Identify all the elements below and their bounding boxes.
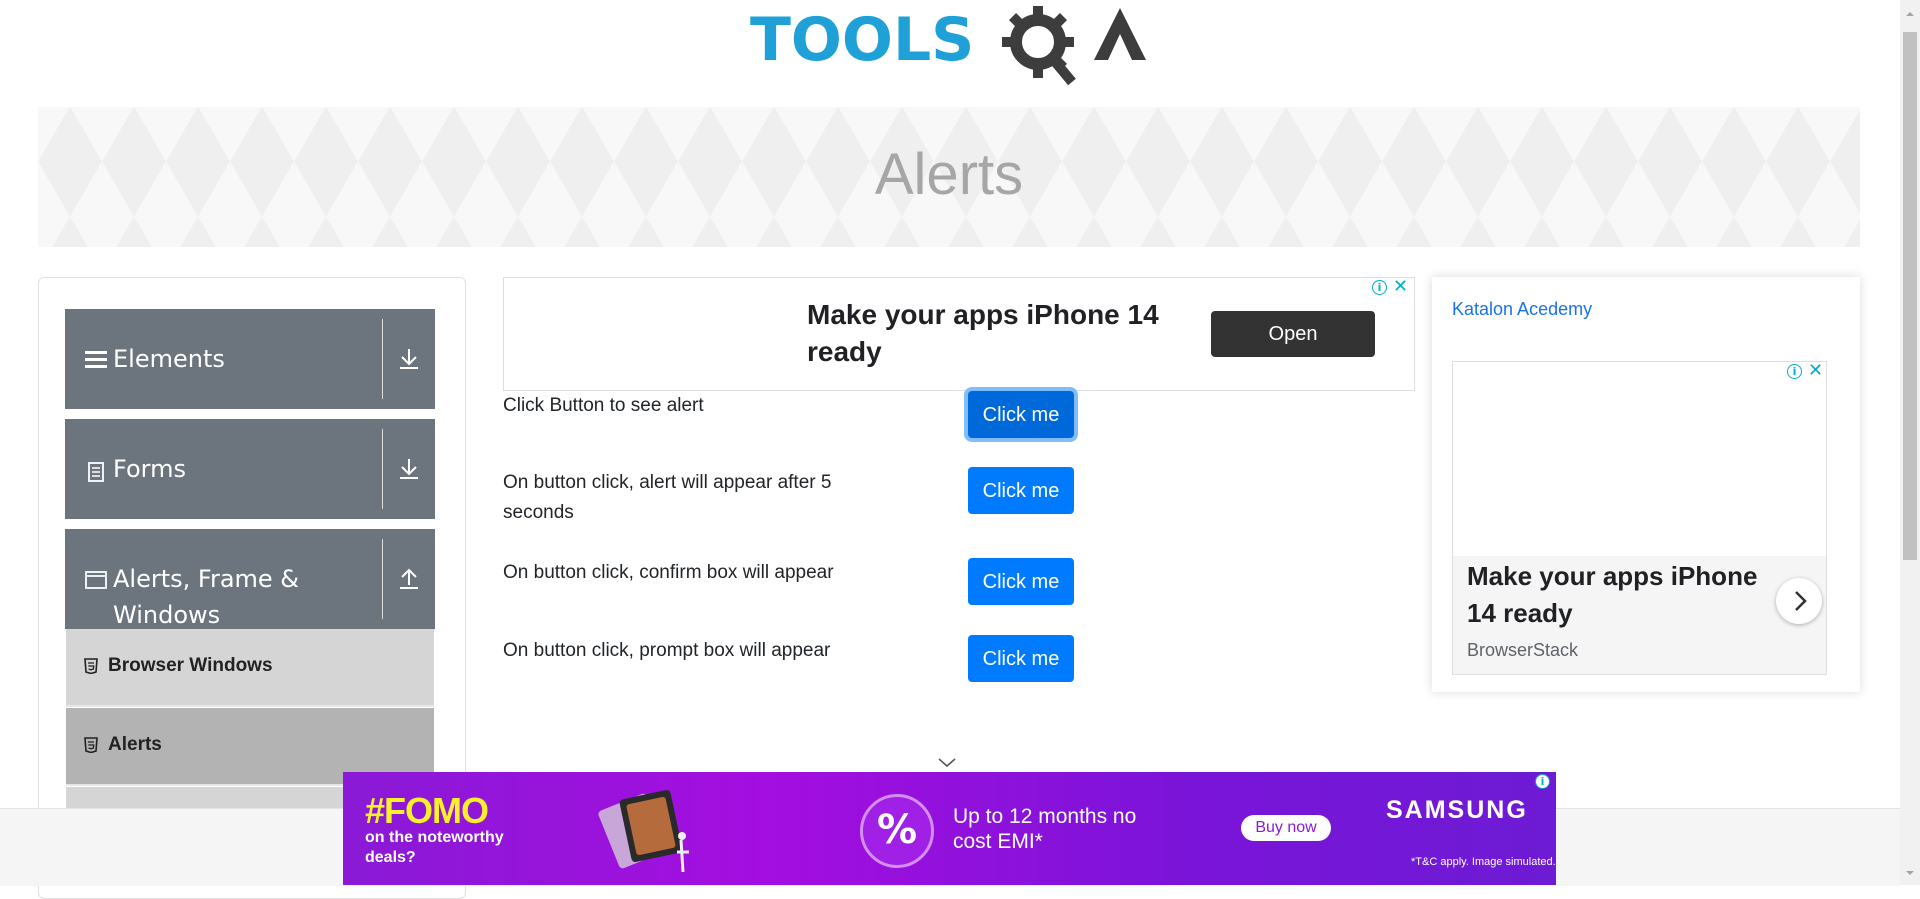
divider bbox=[382, 319, 383, 399]
confirm-row-label: On button click, confirm box will appear bbox=[503, 562, 834, 583]
phones-image bbox=[593, 780, 703, 880]
alert-row-label: Click Button to see alert bbox=[503, 395, 704, 416]
percent-badge: % bbox=[860, 794, 934, 868]
ad-headline: Make your apps iPhone 14 ready bbox=[807, 299, 1159, 367]
sidebar-item-browser-windows[interactable]: Browser Windows bbox=[66, 629, 434, 707]
ad-source: BrowserStack bbox=[1467, 640, 1579, 660]
sidebar-item-label: Browser Windows bbox=[108, 655, 273, 676]
prompt-row-label: On button click, prompt box will appear bbox=[503, 640, 831, 661]
ad-banner-bottom[interactable]: #FOMO on the noteworthy deals? % Up to 1… bbox=[343, 772, 1556, 885]
ad-close-icon[interactable]: ✕ bbox=[1392, 278, 1409, 296]
html5-icon bbox=[84, 658, 98, 675]
sidebar-group-elements[interactable]: Elements bbox=[65, 309, 435, 409]
chevron-down-icon[interactable] bbox=[937, 755, 957, 769]
download-icon bbox=[393, 343, 425, 375]
sidebar-group-forms[interactable]: Forms bbox=[65, 419, 435, 519]
toolsqa-logo[interactable]: TOOLS bbox=[748, 0, 1154, 95]
ad-info-icon[interactable]: i bbox=[1372, 280, 1387, 295]
sidebar-group-label: Elements bbox=[113, 345, 225, 373]
samsung-logo: SAMSUNG bbox=[1386, 796, 1528, 824]
download-icon bbox=[393, 453, 425, 485]
divider bbox=[382, 429, 383, 509]
sidebar-item-label: Alerts bbox=[108, 734, 162, 755]
prompt-button[interactable]: Click me bbox=[968, 635, 1074, 682]
ad-info-icon[interactable]: i bbox=[1787, 364, 1802, 379]
katalon-academy-image[interactable]: Katalon Acedemy bbox=[1452, 299, 1592, 320]
confirm-button[interactable]: Click me bbox=[968, 558, 1074, 605]
ad-open-button[interactable]: Open bbox=[1211, 311, 1375, 357]
ad-disclaimer: *T&C apply. Image simulated. bbox=[1411, 856, 1556, 868]
upload-icon bbox=[393, 563, 425, 595]
ad-banner-right[interactable]: i ✕ Make your apps iPhone 14 ready Brows… bbox=[1452, 361, 1827, 675]
ad-headline: #FOMO bbox=[365, 790, 489, 831]
scroll-up-arrow-icon[interactable] bbox=[1903, 6, 1917, 20]
chevron-right-icon[interactable] bbox=[1776, 578, 1822, 624]
ad-headline: Make your apps iPhone 14 ready bbox=[1467, 561, 1758, 628]
sidebar-group-label: Alerts, Frame & Windows bbox=[113, 565, 300, 629]
scroll-down-arrow-icon[interactable] bbox=[1903, 865, 1917, 879]
right-ad-column: Katalon Acedemy i ✕ Make your apps iPhon… bbox=[1432, 277, 1860, 692]
scrollbar-thumb[interactable] bbox=[1903, 32, 1917, 560]
window-icon bbox=[85, 569, 107, 591]
ad-subtext: on the noteworthy deals? bbox=[365, 829, 504, 866]
timer-alert-row-label: On button click, alert will appear after… bbox=[503, 472, 832, 523]
ad-offer-text: Up to 12 months no cost EMI* bbox=[953, 805, 1137, 853]
ad-close-icon[interactable]: ✕ bbox=[1807, 362, 1824, 380]
ad-card[interactable]: Make your apps iPhone 14 ready BrowserSt… bbox=[1453, 556, 1826, 674]
divider bbox=[382, 539, 383, 619]
logo-text-tools: TOOLS bbox=[750, 5, 974, 75]
ad-banner-top[interactable]: Make your apps iPhone 14 ready Open i ✕ bbox=[503, 277, 1415, 391]
html5-icon bbox=[84, 737, 98, 754]
sidebar-group-label: Forms bbox=[113, 455, 186, 483]
hamburger-icon bbox=[85, 348, 107, 370]
ad-info-icon[interactable]: i bbox=[1535, 774, 1550, 789]
buy-now-button[interactable]: Buy now bbox=[1241, 815, 1331, 841]
alert-button[interactable]: Click me bbox=[968, 391, 1074, 438]
timer-alert-button[interactable]: Click me bbox=[968, 467, 1074, 514]
document-icon bbox=[85, 461, 107, 483]
page-banner: Alerts bbox=[38, 107, 1860, 247]
page-title: Alerts bbox=[874, 142, 1024, 207]
sidebar-group-alerts-frame-windows[interactable]: Alerts, Frame & Windows bbox=[65, 529, 435, 629]
